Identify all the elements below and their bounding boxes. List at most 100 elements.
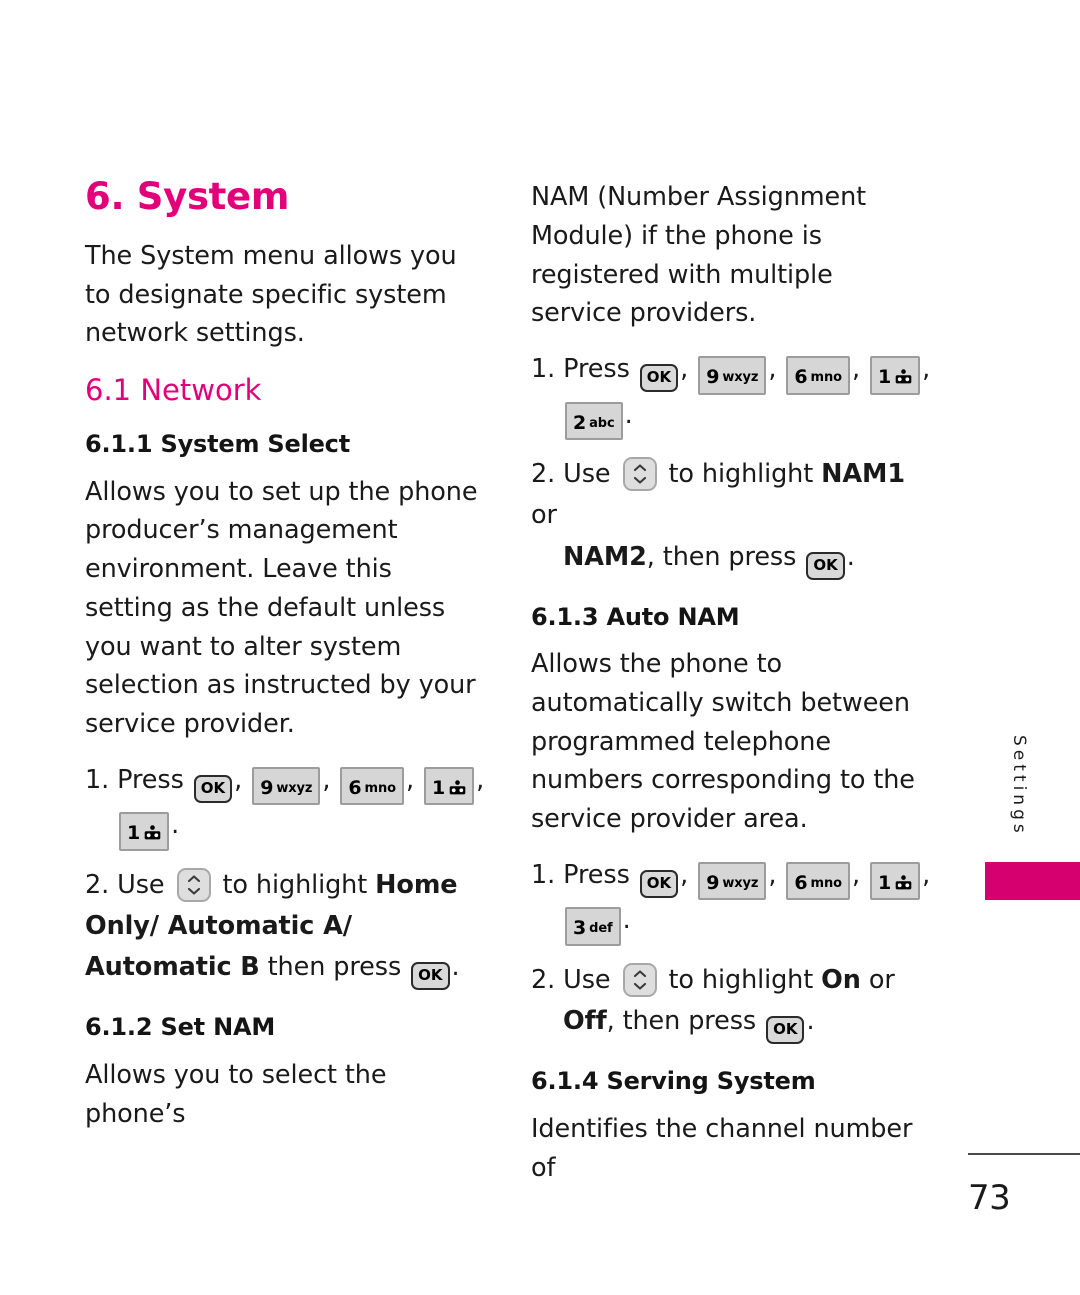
- continued-paragraph: NAM (Number Assignment Module) if the ph…: [531, 182, 867, 329]
- comma: ,: [476, 764, 485, 795]
- side-tab-color-bar: [985, 862, 1080, 900]
- ok-key-icon: OK: [639, 364, 679, 392]
- ok-key-icon: OK: [639, 869, 679, 898]
- key-letters: mno: [364, 780, 397, 796]
- step-period: .: [806, 1006, 815, 1037]
- key-digit: 6: [794, 871, 808, 894]
- voicemail-icon: [895, 870, 912, 890]
- comma: ,: [768, 859, 777, 890]
- highlight-option-2: NAM2: [563, 541, 647, 572]
- navigation-key-icon: [176, 867, 211, 902]
- key-6-mno-icon: 6 mno: [786, 356, 850, 395]
- key-1-voicemail-icon: 1: [870, 861, 921, 901]
- comma: ,: [234, 764, 243, 795]
- key-digit: 1: [878, 366, 892, 388]
- comma: ,: [851, 859, 860, 890]
- step-period: .: [451, 952, 460, 983]
- step-lead: Use: [563, 964, 611, 995]
- key-letters: abc: [589, 415, 615, 431]
- subsection-heading-6-1-1: 6.1.1 System Select: [85, 429, 350, 458]
- step-1-auto-nam-continuation: 3 def.: [531, 900, 931, 946]
- key-digit: 9: [260, 776, 274, 799]
- step-2-right-auto-nam: 2. Use to highlight On or Off, then pres…: [531, 960, 931, 1045]
- step-period: .: [622, 905, 631, 936]
- step-mid-text: to highlight: [668, 459, 814, 489]
- manual-page: 6. System The System menu allows you to …: [0, 0, 1080, 1295]
- step-1-left-continuation: 1.: [85, 805, 485, 851]
- ok-key-icon: OK: [766, 1016, 805, 1045]
- subsection-heading-6-1-4: 6.1.4 Serving System: [531, 1067, 816, 1096]
- comma: ,: [851, 354, 860, 384]
- subsection-6-1-4-body: Identifies the channel number of: [531, 1113, 913, 1183]
- step-1-right-auto-nam: 1. Press OK, 9 wxyz, 6 mno, 1, 3 def.: [531, 855, 931, 946]
- comma: ,: [405, 764, 414, 795]
- step-mid-text: to highlight: [222, 869, 368, 900]
- step-verb: Press: [563, 354, 630, 384]
- key-letters: wxyz: [276, 780, 313, 796]
- step-number: 2.: [85, 869, 110, 900]
- ok-key-icon: OK: [806, 551, 845, 580]
- footer-rule: [968, 1153, 1080, 1155]
- key-letters: mno: [810, 875, 843, 891]
- key-1-voicemail-icon: 1: [119, 812, 170, 851]
- step-number: 2.: [531, 459, 556, 489]
- step-period: .: [171, 810, 180, 841]
- chapter-heading: 6. System: [85, 175, 290, 218]
- key-digit: 3: [573, 917, 587, 940]
- step-number: 1.: [531, 354, 556, 384]
- step-2-right-set-nam: 2. Use to highlight NAM1 or NAM2, then p…: [531, 454, 931, 580]
- conjunction: or: [531, 500, 557, 531]
- voicemail-icon: [449, 775, 466, 795]
- step-period: .: [846, 541, 855, 572]
- voicemail-icon: [144, 820, 161, 840]
- ok-key-icon: OK: [193, 774, 233, 803]
- conjunction: or: [868, 964, 895, 995]
- subsection-6-1-2-body: Allows you to select the phone’s: [85, 1060, 387, 1129]
- step-number: 2.: [531, 964, 556, 995]
- step-lead: Use: [117, 869, 165, 900]
- step-2-auto-nam-continuation: Off, then press OK.: [531, 1001, 931, 1045]
- key-9-wxyz-icon: 9 wxyz: [698, 356, 767, 395]
- comma: ,: [322, 764, 331, 795]
- step-tail-text: then press: [267, 952, 402, 983]
- step-2-left: 2. Use to highlight Home Only/ Automatic…: [85, 865, 485, 991]
- key-digit: 9: [706, 366, 720, 388]
- key-1-voicemail-icon: 1: [424, 766, 475, 806]
- key-6-mno-icon: 6 mno: [340, 766, 404, 806]
- key-digit: 1: [432, 776, 446, 799]
- key-letters: wxyz: [722, 370, 759, 385]
- page-number: 73: [968, 1178, 1011, 1218]
- key-1-voicemail-icon: 1: [870, 356, 921, 395]
- ok-key-icon: OK: [411, 962, 450, 991]
- step-1-left: 1. Press OK, 9 wxyz, 6 mno, 1, 1.: [85, 760, 485, 851]
- side-tab-settings: Settings: [1009, 735, 1029, 837]
- step-1-right-continuation: 2 abc.: [531, 395, 931, 440]
- highlight-option-1: NAM1: [821, 459, 905, 489]
- comma: ,: [922, 859, 931, 890]
- comma: ,: [768, 354, 777, 384]
- right-column: NAM (Number Assignment Module) if the ph…: [531, 178, 931, 1193]
- key-9-wxyz-icon: 9 wxyz: [698, 861, 767, 901]
- key-digit: 6: [794, 366, 808, 388]
- key-digit: 1: [127, 822, 141, 845]
- key-digit: 1: [878, 871, 892, 894]
- step-mid-text: to highlight: [668, 964, 814, 995]
- subsection-heading-6-1-2: 6.1.2 Set NAM: [85, 1013, 276, 1042]
- key-letters: mno: [810, 370, 843, 385]
- comma: ,: [922, 354, 931, 384]
- step-tail-text: , then press: [606, 1006, 757, 1037]
- subsection-6-1-3-body: Allows the phone to automatically switch…: [531, 649, 915, 835]
- key-9-wxyz-icon: 9 wxyz: [252, 766, 321, 806]
- step-verb: Press: [563, 859, 630, 890]
- subsection-6-1-1-body: Allows you to set up the phone producer’…: [85, 476, 478, 740]
- step-lead: Use: [563, 459, 611, 489]
- step-number: 1.: [531, 859, 556, 890]
- key-3-def-icon: 3 def: [565, 907, 621, 946]
- step-1-right-set-nam: 1. Press OK, 9 wxyz, 6 mno, 1, 2 abc.: [531, 349, 931, 440]
- key-letters: wxyz: [722, 875, 759, 891]
- comma: ,: [680, 354, 689, 384]
- chapter-intro-paragraph: The System menu allows you to designate …: [85, 240, 457, 349]
- key-digit: 9: [706, 871, 720, 894]
- key-2-abc-icon: 2 abc: [565, 401, 623, 440]
- voicemail-icon: [895, 364, 912, 384]
